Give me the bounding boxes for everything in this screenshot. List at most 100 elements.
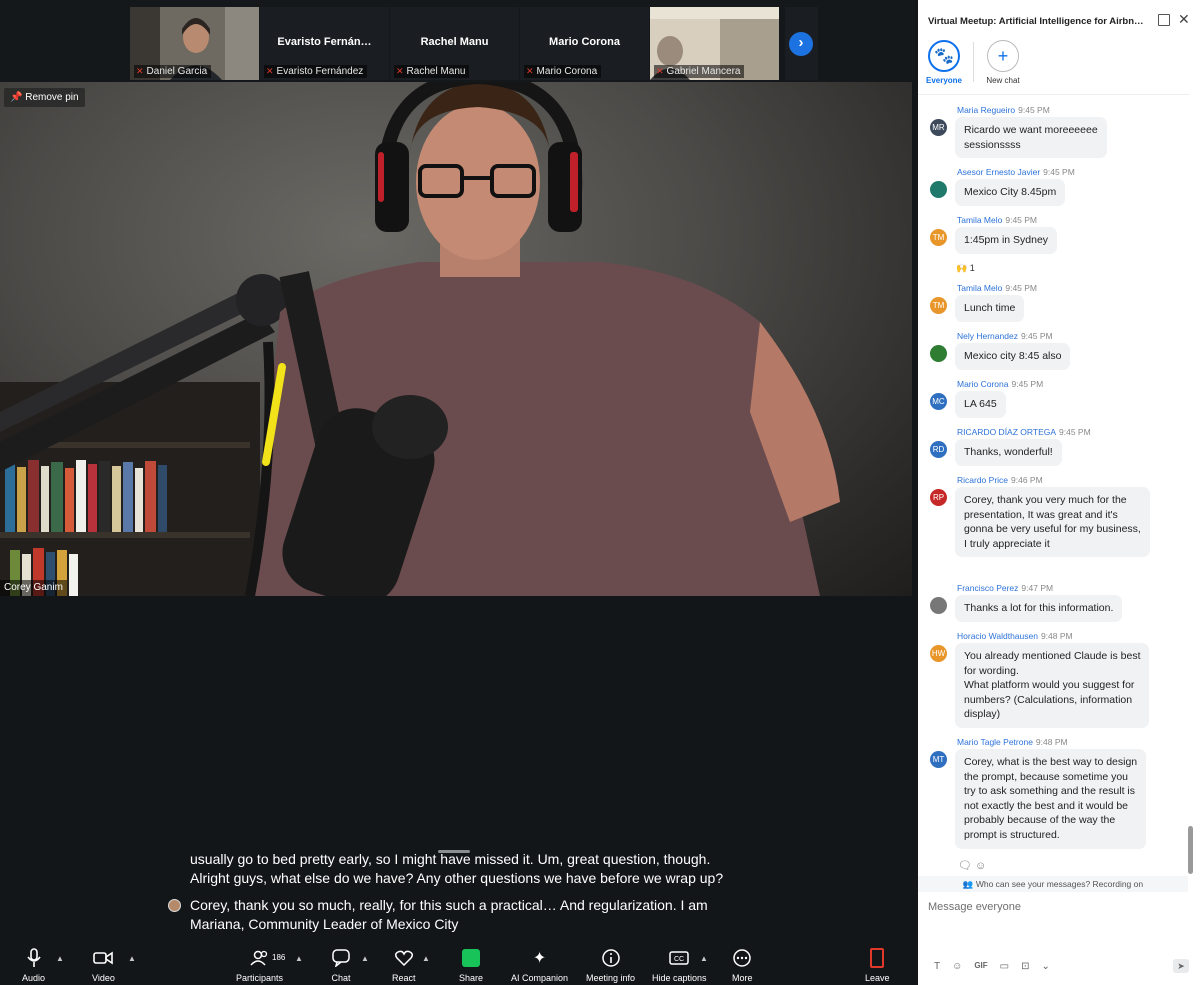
reply-icon[interactable]: 🗨 [958, 860, 975, 872]
chat-button[interactable]: Chat [331, 948, 351, 983]
more-button[interactable]: More [732, 948, 753, 983]
chat-options-caret-icon[interactable]: ▲ [361, 954, 369, 963]
camera-icon [93, 948, 114, 968]
message-bubble[interactable]: Thanks, wonderful! [955, 439, 1062, 466]
sender-name[interactable]: Mario Tagle Petrone [957, 737, 1033, 747]
message-text-line: LA 645 [964, 398, 997, 410]
more-label: More [732, 973, 753, 983]
share-label: Share [459, 973, 484, 983]
chat-messages-list: MR Maria Regueiro 9:45 PM Ricardo we want m… [918, 94, 1190, 876]
add-reaction-icon[interactable]: ☺ [975, 860, 986, 872]
sender-name[interactable]: Asesor Ernesto Javier [957, 167, 1040, 177]
participant-tile[interactable]: Mario Corona ✕ Mario Corona [520, 7, 649, 80]
sender-avatar[interactable] [930, 181, 947, 198]
gif-icon[interactable]: GIF [974, 961, 987, 972]
text-format-icon[interactable]: T [934, 961, 940, 972]
sender-avatar[interactable] [930, 597, 947, 614]
meeting-info-button[interactable]: Meeting info [586, 948, 635, 983]
captions-options-caret-icon[interactable]: ▲ [700, 954, 708, 963]
ai-companion-button[interactable]: ✦ AI Companion [511, 948, 568, 983]
message-bubble[interactable]: Lunch time [955, 295, 1025, 322]
more-dots-icon [732, 948, 752, 968]
sender-avatar[interactable] [930, 345, 947, 362]
message-input[interactable] [928, 898, 1178, 916]
chat-visibility-notice[interactable]: 👥 Who can see your messages? Recording o… [918, 876, 1188, 892]
sender-avatar[interactable]: TM [930, 229, 947, 246]
audio-label: Audio [22, 973, 46, 983]
next-page-arrow-icon[interactable]: › [789, 32, 813, 56]
sender-name[interactable]: Mario Corona [957, 379, 1009, 389]
react-options-caret-icon[interactable]: ▲ [422, 954, 430, 963]
message-bubble[interactable]: Corey, thank you very much for the presen… [955, 487, 1150, 558]
people-icon: 👥 [962, 879, 976, 889]
share-button[interactable]: Share [459, 948, 483, 983]
recipient-everyone[interactable]: 🐾 Everyone [925, 40, 963, 92]
participants-options-caret-icon[interactable]: ▲ [295, 954, 303, 963]
emoji-icon[interactable]: ☺ [952, 961, 962, 972]
meeting-info-label: Meeting info [586, 973, 636, 983]
message-bubble[interactable]: Mexico City 8.45pm [955, 179, 1066, 206]
message-text-line: presentation, It was great and it's [964, 508, 1118, 521]
send-icon[interactable]: ➤ [1173, 959, 1189, 973]
sender-avatar[interactable]: TM [930, 297, 947, 314]
sender-name[interactable]: Horacio Waldthausen [957, 631, 1038, 641]
chat-scrollbar[interactable] [1188, 826, 1193, 874]
sender-avatar[interactable]: MT [930, 751, 947, 768]
sender-avatar[interactable]: RD [930, 441, 947, 458]
participant-tile[interactable]: ✕ Gabriel Mancera [650, 7, 779, 80]
reaction-count: 1 [969, 263, 975, 273]
recipient-new-chat[interactable]: + New chat [984, 40, 1022, 92]
leave-button[interactable]: Leave [865, 948, 890, 983]
message-reaction[interactable]: 🙌 1 [956, 263, 975, 274]
hide-captions-button[interactable]: CC Hide captions [652, 948, 707, 983]
participant-tile[interactable]: ✕ Daniel Garcia [130, 7, 259, 80]
caption-speaker-avatar [168, 899, 181, 912]
message-text-line: Mexico City 8.45pm [964, 186, 1057, 198]
message-text-line: try to ask something and the result is [964, 785, 1135, 798]
remove-pin-button[interactable]: 📌 Remove pin [4, 88, 85, 107]
captions-resize-handle[interactable] [438, 850, 470, 853]
sender-name[interactable]: Tamila Melo [957, 283, 1002, 293]
message-time: 9:47 PM [1021, 583, 1054, 593]
video-button[interactable]: Video [92, 948, 115, 983]
message-bubble[interactable]: You already mentioned Claude is best for … [955, 643, 1150, 728]
sender-name[interactable]: Tamila Melo [957, 215, 1002, 225]
more-options-caret-icon[interactable]: ⌄ [1042, 961, 1050, 972]
video-options-caret-icon[interactable]: ▲ [128, 954, 136, 963]
video-label: Video [92, 973, 115, 983]
sender-avatar[interactable]: MC [930, 393, 947, 410]
sender-name[interactable]: Maria Regueiro [957, 105, 1015, 115]
message-bubble[interactable]: Mexico city 8:45 also [955, 343, 1071, 370]
file-icon[interactable]: ▭ [1000, 961, 1009, 972]
react-button[interactable]: React [392, 948, 416, 983]
message-bubble[interactable]: Thanks a lot for this information. [955, 595, 1123, 622]
compose-toolbar: T ☺ GIF ▭ ⊡ ⌄ [934, 961, 1050, 972]
message-text-line: not exactly the best and it would be [964, 799, 1129, 812]
participant-tile[interactable]: Evaristo Fernán… ✕ Evaristo Fernández [260, 7, 389, 80]
message-text-line: Thanks, wonderful! [964, 446, 1053, 458]
participant-tile[interactable]: Rachel Manu ✕ Rachel Manu [390, 7, 519, 80]
close-icon[interactable]: ✕ [1178, 11, 1190, 28]
sender-name[interactable]: RICARDO DÍAZ ORTEGA [957, 427, 1056, 437]
message-bubble[interactable]: Ricardo we want moreeeeee sessionssss [955, 117, 1107, 159]
sender-avatar[interactable]: RP [930, 489, 947, 506]
participant-name: Mario Corona [536, 66, 598, 77]
screenshot-icon[interactable]: ⊡ [1021, 961, 1029, 972]
ai-companion-label: AI Companion [511, 973, 569, 983]
audio-button[interactable]: Audio [22, 948, 45, 983]
popout-icon[interactable] [1158, 14, 1170, 26]
sender-avatar[interactable]: HW [930, 645, 947, 662]
message-bubble[interactable]: 1:45pm in Sydney [955, 227, 1058, 254]
sender-name[interactable]: Ricardo Price [957, 475, 1008, 485]
sender-name[interactable]: Francisco Perez [957, 583, 1018, 593]
audio-options-caret-icon[interactable]: ▲ [56, 954, 64, 963]
sender-avatar[interactable]: MR [930, 119, 947, 136]
leave-door-icon [867, 948, 887, 968]
message-text-line: What platform would you suggest for [964, 679, 1135, 692]
message-header: Asesor Ernesto Javier 9:45 PM [957, 167, 1075, 177]
message-text-line: for wording. [964, 664, 1019, 677]
heart-icon [394, 948, 414, 968]
message-bubble[interactable]: Corey, what is the best way to design the… [955, 749, 1147, 849]
message-bubble[interactable]: LA 645 [955, 391, 1006, 418]
sender-name[interactable]: Nely Hernandez [957, 331, 1018, 341]
